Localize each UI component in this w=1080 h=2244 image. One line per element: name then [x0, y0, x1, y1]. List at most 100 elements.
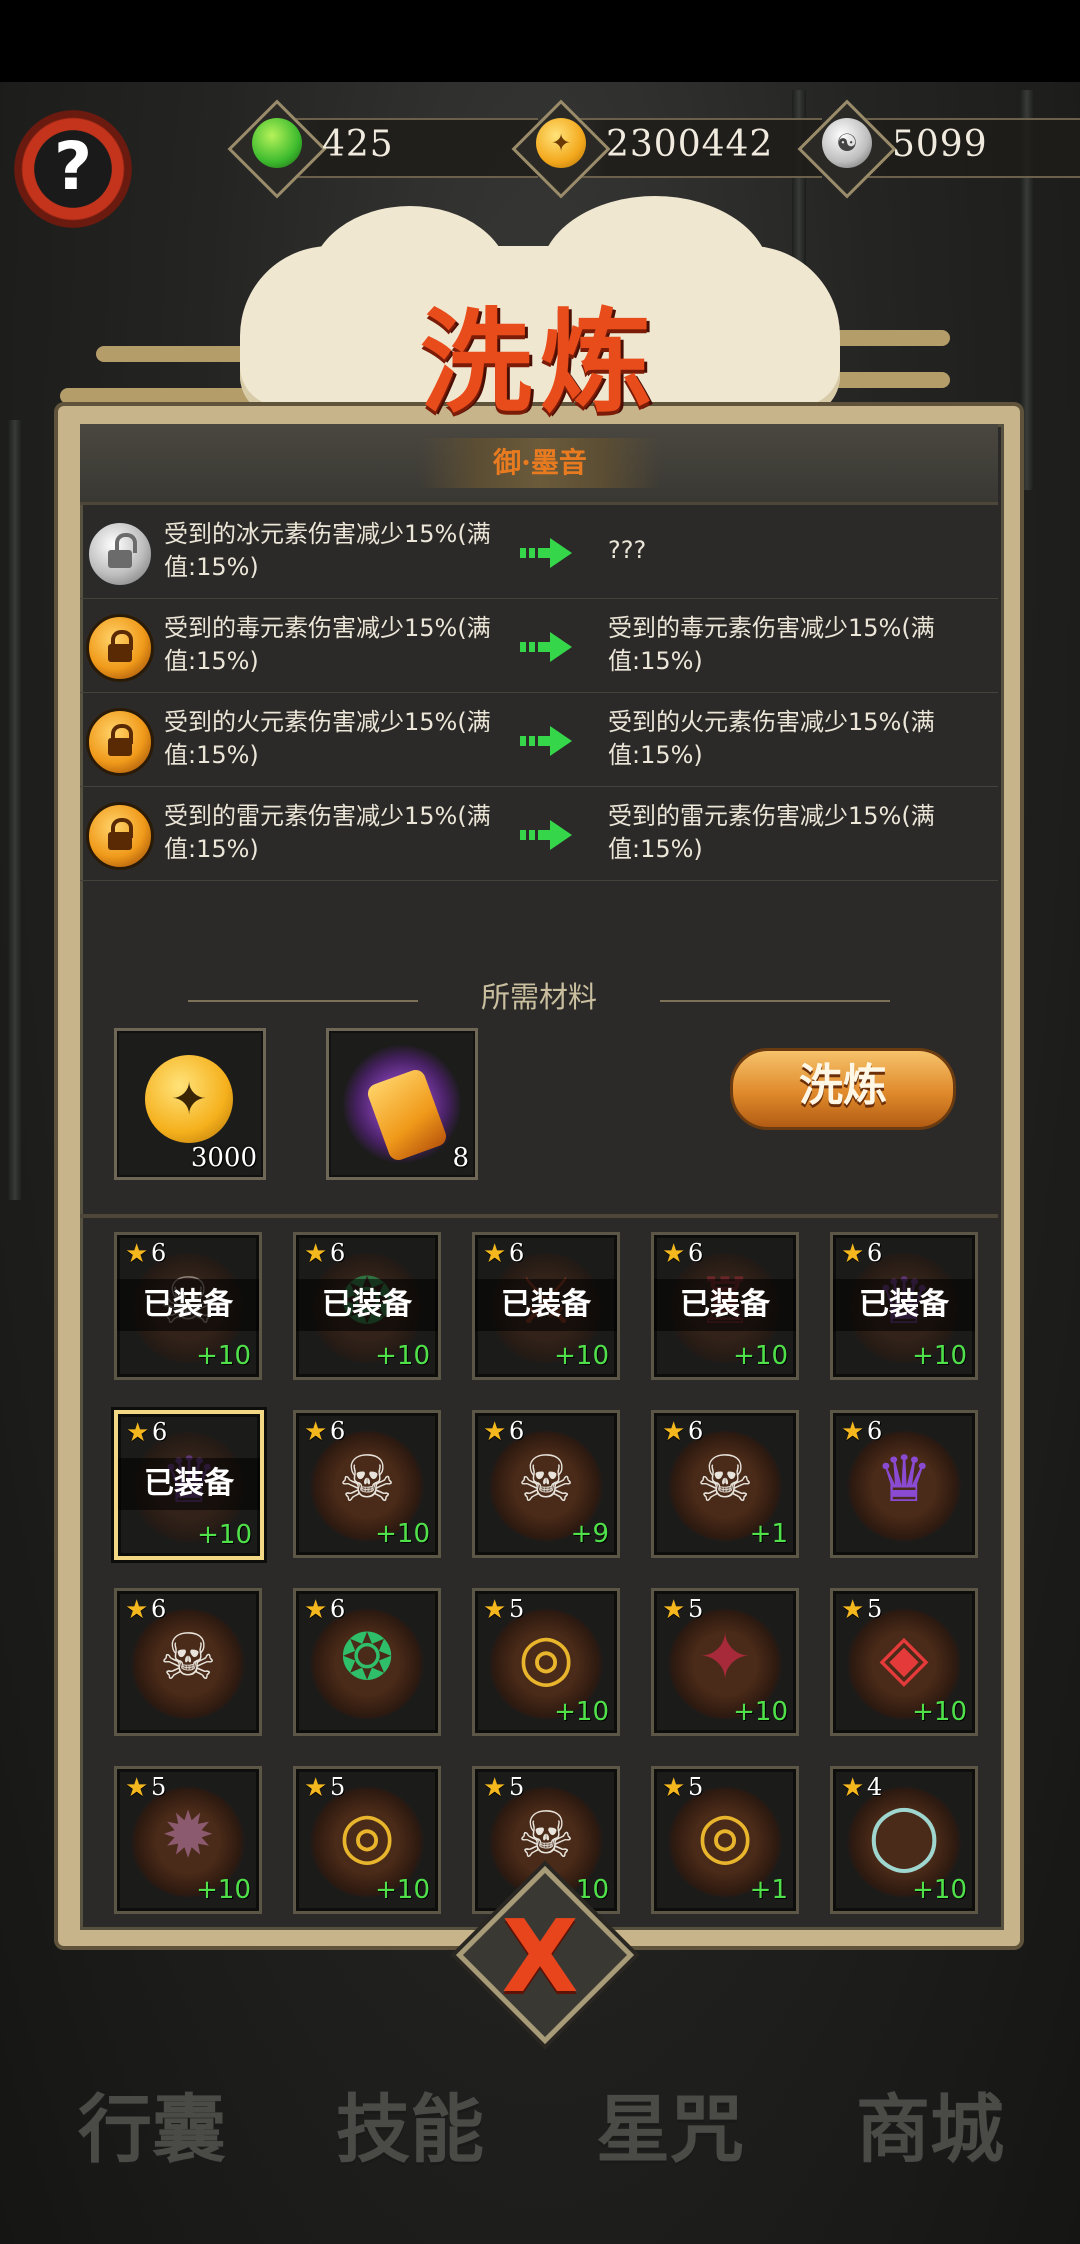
enhance-level: +10 [375, 1341, 430, 1371]
unlocked-lock-icon[interactable] [86, 520, 154, 588]
star-icon: ★ [304, 1773, 328, 1803]
equipment-slot[interactable]: ✹ ★ 5 +10 [114, 1766, 262, 1914]
star-icon: ★ [483, 1239, 507, 1269]
currency-value: 5099 [892, 124, 988, 165]
attribute-current: 受到的雷元素伤害减少15%(满值:15%) [164, 802, 491, 863]
equipment-slot[interactable]: ♛ ★ 6 [830, 1410, 978, 1558]
equipment-slot[interactable]: ◎ ★ 5 +1 [651, 1766, 799, 1914]
equipment-slot[interactable]: ❂ ★ 6 [293, 1588, 441, 1736]
bamboo-decoration [8, 420, 22, 1200]
refine-panel: 御·墨音 受到的冰元素伤害减少15%(满值:15%) ??? 受到的毒元素伤害减… [58, 406, 1020, 1946]
attribute-next: 受到的毒元素伤害减少15%(满值:15%) [608, 614, 935, 675]
star-icon: ★ [125, 1239, 149, 1269]
silver-coin-icon: ☯ [822, 118, 872, 168]
equipment-slot[interactable]: ◯ ★ 4 +10 [830, 1766, 978, 1914]
attribute-current: 受到的火元素伤害减少15%(满值:15%) [164, 708, 491, 769]
locked-lock-icon[interactable] [86, 614, 154, 682]
attribute-current: 受到的毒元素伤害减少15%(满值:15%) [164, 614, 491, 675]
enhance-level: +10 [375, 1519, 430, 1549]
star-count: 6 [152, 1418, 168, 1446]
question-icon: ? [53, 128, 93, 205]
star-count: 6 [151, 1595, 167, 1623]
star-icon: ★ [662, 1595, 686, 1625]
star-count: 5 [688, 1595, 704, 1623]
star-count: 6 [867, 1417, 883, 1445]
star-count: 6 [688, 1417, 704, 1445]
attribute-row: 受到的冰元素伤害减少15%(满值:15%) ??? [80, 504, 998, 599]
equipment-slot[interactable]: ☠ ★ 6 [114, 1588, 262, 1736]
materials-title: 所需材料 [480, 980, 597, 1014]
close-button[interactable]: X [455, 1865, 635, 2045]
silver-ring-icon: ◯ [868, 1799, 940, 1873]
star-icon: ★ [483, 1595, 507, 1625]
arrow-right-icon [520, 726, 572, 756]
skull-mask-icon: ☠ [517, 1443, 575, 1517]
enhance-level: +1 [749, 1875, 788, 1905]
nav-bag[interactable]: 行囊 [32, 2070, 272, 2177]
star-icon: ★ [126, 1418, 150, 1448]
enhance-level: +10 [196, 1341, 251, 1371]
material-slot-gold[interactable]: ✦ 3000 [114, 1028, 266, 1180]
star-count: 6 [688, 1239, 704, 1267]
robe-icon: ✦ [698, 1621, 752, 1695]
star-icon: ★ [304, 1417, 328, 1447]
enhance-level: +9 [570, 1519, 609, 1549]
arrow-right-icon [520, 632, 572, 662]
refine-button[interactable]: 洗炼 [730, 1048, 956, 1130]
currency-gold: ✦ 2300442 [511, 99, 822, 199]
equipment-slot[interactable]: ☠ ★ 6 +9 [472, 1410, 620, 1558]
material-count: 8 [452, 1143, 469, 1173]
star-icon: ★ [304, 1239, 328, 1269]
equipped-badge: 已装备 [654, 1279, 796, 1331]
enhance-level: +1 [749, 1519, 788, 1549]
enhance-level: +10 [554, 1697, 609, 1727]
gold-ring-icon: ◎ [339, 1799, 395, 1873]
nav-skills[interactable]: 技能 [290, 2070, 530, 2177]
equipment-slot[interactable]: ☠★6+10已装备 [114, 1232, 262, 1380]
equipment-slot[interactable]: ◎ ★ 5 +10 [472, 1588, 620, 1736]
crown-icon: ♛ [875, 1443, 933, 1517]
enhance-level: +10 [912, 1697, 967, 1727]
equipment-slot[interactable]: ♛★6+10已装备 [114, 1410, 264, 1560]
locked-lock-icon[interactable] [86, 708, 154, 776]
enhance-level: +10 [733, 1697, 788, 1727]
locked-lock-icon[interactable] [86, 802, 154, 870]
currency-silver: ☯ 5099 [797, 99, 1080, 199]
star-icon: ★ [841, 1773, 865, 1803]
nav-star-spell[interactable]: 星咒 [550, 2070, 790, 2177]
equipment-slot[interactable]: ☠ ★ 6 +1 [651, 1410, 799, 1558]
nav-shop[interactable]: 商城 [810, 2070, 1050, 2177]
equipped-badge: 已装备 [296, 1279, 438, 1331]
equipment-slot[interactable]: ⚔★6+10已装备 [472, 1232, 620, 1380]
help-button[interactable]: ? [14, 110, 132, 228]
star-count: 6 [330, 1595, 346, 1623]
equipment-slot[interactable]: ✦ ★ 5 +10 [651, 1588, 799, 1736]
star-count: 5 [330, 1773, 346, 1801]
enhance-level: +10 [375, 1875, 430, 1905]
star-icon: ★ [304, 1595, 328, 1625]
attribute-next: ??? [608, 536, 647, 564]
bottom-nav: 行囊 技能 星咒 商城 [0, 2030, 1080, 2244]
material-count: 3000 [190, 1143, 257, 1173]
enhance-level: +10 [912, 1875, 967, 1905]
equipped-badge: 已装备 [117, 1279, 259, 1331]
attribute-row: 受到的火元素伤害减少15%(满值:15%) 受到的火元素伤害减少15%(满值:1… [80, 692, 998, 787]
page-title: 洗炼 [420, 297, 660, 428]
star-count: 6 [330, 1239, 346, 1267]
equipment-slot[interactable]: ☠ ★ 6 +10 [293, 1410, 441, 1558]
attribute-row: 受到的毒元素伤害减少15%(满值:15%) 受到的毒元素伤害减少15%(满值:1… [80, 598, 998, 693]
equipment-slot[interactable]: ❂★6+10已装备 [293, 1232, 441, 1380]
star-icon: ★ [483, 1417, 507, 1447]
enhance-level: +10 [554, 1341, 609, 1371]
arrow-right-icon [520, 820, 572, 850]
star-count: 6 [867, 1239, 883, 1267]
currency-jade: 425 [227, 99, 538, 199]
star-count: 4 [867, 1773, 883, 1801]
equipment-slot[interactable]: ♜★6+10已装备 [651, 1232, 799, 1380]
equipment-slot[interactable]: ◎ ★ 5 +10 [293, 1766, 441, 1914]
equipment-slot[interactable]: ♛★6+10已装备 [830, 1232, 978, 1380]
star-count: 5 [688, 1773, 704, 1801]
material-slot-scroll[interactable]: 8 [326, 1028, 478, 1180]
star-count: 6 [509, 1417, 525, 1445]
equipment-slot[interactable]: ◈ ★ 5 +10 [830, 1588, 978, 1736]
